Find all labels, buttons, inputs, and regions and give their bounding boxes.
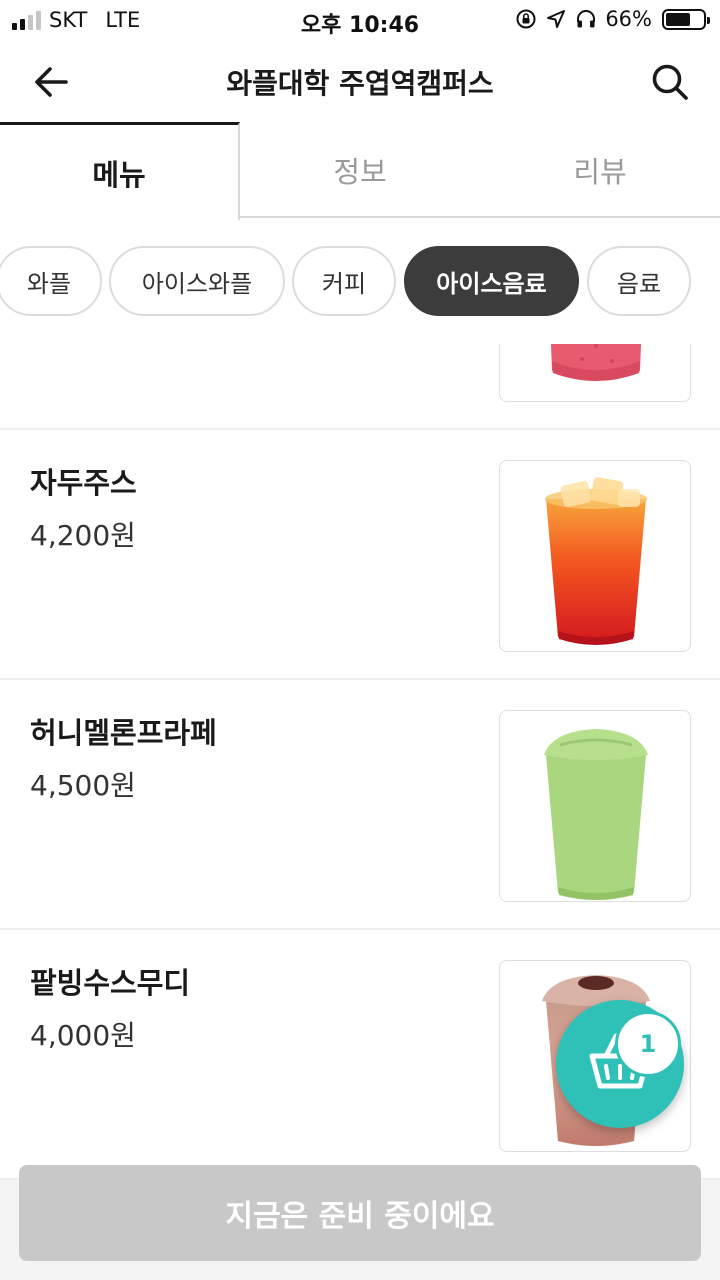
chip-label: 아이스와플 xyxy=(141,269,253,298)
chip-ice-drink[interactable]: 아이스음료 xyxy=(404,246,579,316)
orientation-lock-icon xyxy=(516,9,536,29)
tab-bar: 메뉴 정보 리뷰 xyxy=(0,122,720,220)
menu-item-image xyxy=(499,344,691,402)
cart-count-badge: 1 xyxy=(615,1011,681,1077)
menu-item[interactable]: 허니멜론프라페 4,500원 xyxy=(0,680,720,930)
battery-tip xyxy=(707,16,710,24)
category-chips: 와플 아이스와플 커피 아이스음료 음료 xyxy=(0,246,720,316)
plum-juice-image xyxy=(545,477,647,645)
page-title: 와플대학 주엽역캠퍼스 xyxy=(226,67,494,100)
chip-label: 음료 xyxy=(616,269,662,298)
battery-percent: 66% xyxy=(605,7,652,31)
location-icon xyxy=(547,10,566,28)
order-button[interactable]: 지금은 준비 중이에요 xyxy=(19,1165,701,1261)
header: 와플대학 주엽역캠퍼스 xyxy=(0,40,720,124)
strawberry-drink-image xyxy=(550,344,642,381)
chip-drink[interactable]: 음료 xyxy=(587,246,691,316)
chip-ice-waffle[interactable]: 아이스와플 xyxy=(109,246,285,316)
menu-item-price: 4,200원 xyxy=(30,519,136,552)
status-right: 66% xyxy=(515,7,710,31)
search-icon[interactable] xyxy=(648,60,692,104)
menu-item-price: 4,000원 xyxy=(30,1019,136,1052)
cart-count: 1 xyxy=(639,1030,657,1058)
menu-item-name: 팥빙수스무디 xyxy=(30,966,191,1000)
tab-review[interactable]: 리뷰 xyxy=(480,122,720,218)
menu-item-partial[interactable] xyxy=(0,344,720,430)
battery-icon xyxy=(662,8,710,30)
chip-waffle[interactable]: 와플 xyxy=(0,246,102,316)
chip-label: 커피 xyxy=(321,269,367,298)
melon-frappe-image xyxy=(544,729,648,900)
tab-menu[interactable]: 메뉴 xyxy=(0,122,240,220)
tab-label: 정보 xyxy=(333,155,387,189)
menu-item-image xyxy=(499,710,691,902)
tab-label: 메뉴 xyxy=(92,157,146,192)
tab-label: 리뷰 xyxy=(573,155,627,189)
menu-item-name: 허니멜론프라페 xyxy=(30,716,217,750)
menu-item[interactable]: 자두주스 4,200원 xyxy=(0,430,720,680)
battery-fill xyxy=(666,12,690,26)
status-bar: SKT LTE 오후 10:46 66% xyxy=(0,0,720,40)
tab-info[interactable]: 정보 xyxy=(240,122,480,218)
chip-label: 와플 xyxy=(26,269,72,298)
menu-item-price: 4,500원 xyxy=(30,769,136,802)
headphones-icon xyxy=(577,10,596,28)
chip-coffee[interactable]: 커피 xyxy=(292,246,396,316)
menu-item-name: 자두주스 xyxy=(30,466,137,500)
chip-label: 아이스음료 xyxy=(436,269,547,298)
menu-item-image xyxy=(499,460,691,652)
